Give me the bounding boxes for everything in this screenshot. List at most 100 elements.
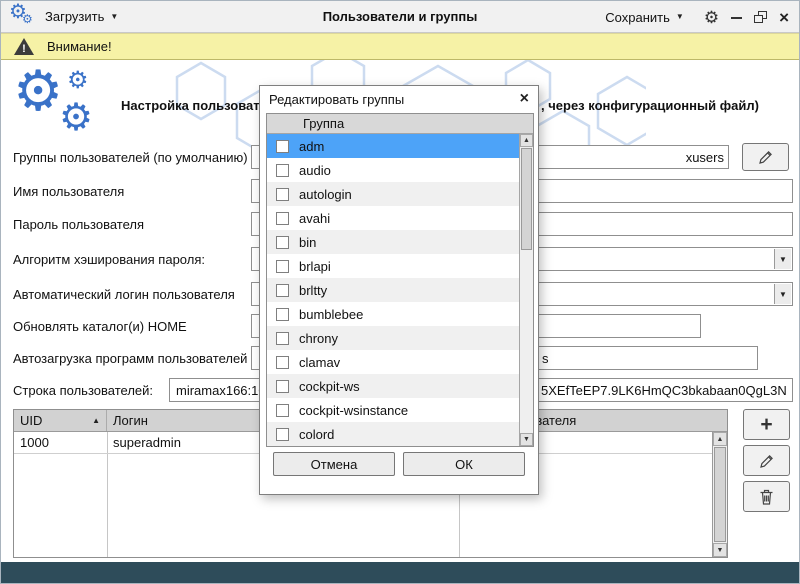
- group-checkbox[interactable]: [276, 380, 289, 393]
- dialog-title: Редактировать группы: [269, 92, 404, 107]
- window-minimize-button[interactable]: [731, 12, 742, 23]
- load-menu-button[interactable]: Загрузить ▼: [37, 4, 126, 29]
- scroll-up-icon[interactable]: ▲: [520, 134, 533, 147]
- sort-asc-icon: ▲: [92, 416, 100, 425]
- scroll-down-icon[interactable]: ▼: [713, 543, 727, 557]
- group-checkbox[interactable]: [276, 236, 289, 249]
- group-checkbox[interactable]: [276, 212, 289, 225]
- group-list-scrollbar[interactable]: ▲ ▼: [519, 134, 533, 446]
- titlebar: ⚙ ⚙ Загрузить ▼ Пользователи и группы Со…: [1, 1, 799, 33]
- users-groups-module-icon: ⚙ ⚙ ⚙: [13, 67, 121, 149]
- label-user-string: Строка пользователей:: [13, 383, 153, 398]
- label-hash-algorithm: Алгоритм хэширования пароля:: [13, 252, 205, 267]
- group-row[interactable]: clamav: [267, 350, 519, 374]
- group-row[interactable]: brltty: [267, 278, 519, 302]
- group-label: cockpit-wsinstance: [299, 403, 408, 418]
- default-groups-value: xusers: [686, 150, 724, 165]
- label-password: Пароль пользователя: [13, 217, 144, 232]
- gear-icon: ⚙: [59, 99, 93, 137]
- group-checkbox[interactable]: [276, 332, 289, 345]
- dialog-titlebar: Редактировать группы ×: [260, 86, 538, 112]
- group-row[interactable]: brlapi: [267, 254, 519, 278]
- group-label: bin: [299, 235, 316, 250]
- group-row[interactable]: colord: [267, 422, 519, 446]
- group-checkbox[interactable]: [276, 284, 289, 297]
- cell-uid: 1000: [14, 435, 107, 450]
- group-list-rows: adm audio autologin avahi bin brlapi brl…: [267, 134, 519, 446]
- chevron-down-icon: ▼: [676, 13, 684, 21]
- chevron-down-icon[interactable]: ▼: [774, 249, 791, 269]
- plus-icon: +: [760, 414, 772, 435]
- edit-default-groups-button[interactable]: [742, 143, 789, 171]
- edit-groups-dialog: Редактировать группы × Группа adm audio …: [259, 85, 539, 495]
- trash-icon: [759, 489, 774, 505]
- app-gears-icon: ⚙ ⚙: [9, 4, 37, 30]
- group-checkbox[interactable]: [276, 428, 289, 441]
- warning-text: Внимание!: [47, 39, 112, 54]
- group-row[interactable]: avahi: [267, 206, 519, 230]
- group-row[interactable]: audio: [267, 158, 519, 182]
- scrollbar-thumb[interactable]: [521, 148, 532, 250]
- group-checkbox[interactable]: [276, 188, 289, 201]
- label-autostart: Автозагрузка программ пользователей: [13, 351, 247, 366]
- table-scrollbar[interactable]: ▲ ▼: [712, 432, 727, 557]
- scrollbar-thumb[interactable]: [714, 447, 726, 542]
- status-bar: [1, 562, 799, 583]
- autostart-value-tail: s: [542, 351, 549, 366]
- gear-icon: ⚙: [67, 69, 89, 93]
- group-checkbox[interactable]: [276, 308, 289, 321]
- column-label-uid: UID: [20, 413, 42, 428]
- save-menu-button[interactable]: Сохранить ▼: [597, 5, 692, 30]
- chevron-down-icon[interactable]: ▼: [774, 284, 791, 304]
- group-label: cockpit-ws: [299, 379, 360, 394]
- chevron-down-icon: ▼: [110, 13, 118, 21]
- group-checkbox[interactable]: [276, 356, 289, 369]
- scroll-up-icon[interactable]: ▲: [713, 432, 727, 446]
- pencil-icon: [758, 149, 774, 165]
- cancel-button[interactable]: Отмена: [273, 452, 395, 476]
- delete-user-button[interactable]: [743, 481, 790, 512]
- group-row[interactable]: chrony: [267, 326, 519, 350]
- warning-banner: ! Внимание!: [1, 33, 799, 60]
- group-row[interactable]: cockpit-wsinstance: [267, 398, 519, 422]
- group-column-label: Группа: [303, 116, 344, 131]
- group-label: colord: [299, 427, 334, 442]
- scroll-down-icon[interactable]: ▼: [520, 433, 533, 446]
- group-label: autologin: [299, 187, 352, 202]
- save-menu-label: Сохранить: [605, 10, 670, 25]
- pencil-icon: [759, 453, 775, 469]
- column-header-uid[interactable]: UID ▲: [14, 410, 107, 431]
- group-list-header: Группа: [267, 114, 533, 134]
- load-menu-label: Загрузить: [45, 9, 104, 24]
- edit-user-button[interactable]: [743, 445, 790, 476]
- group-row[interactable]: bumblebee: [267, 302, 519, 326]
- ok-button[interactable]: ОК: [403, 452, 525, 476]
- group-row[interactable]: bin: [267, 230, 519, 254]
- column-label-login: Логин: [113, 413, 148, 428]
- dialog-actions: Отмена ОК: [260, 452, 538, 476]
- add-user-button[interactable]: +: [743, 409, 790, 440]
- group-list: Группа adm audio autologin avahi bin brl…: [266, 113, 534, 447]
- settings-gear-button[interactable]: ⚙: [704, 9, 719, 26]
- svg-text:!: !: [22, 43, 26, 55]
- group-label: audio: [299, 163, 331, 178]
- gear-icon: ⚙: [13, 63, 63, 119]
- user-string-right: 5XEfTeEP7.9LK6HmQC3bkabaan0QgL3N: [541, 383, 787, 398]
- window-maximize-button[interactable]: [754, 11, 767, 23]
- group-checkbox[interactable]: [276, 404, 289, 417]
- group-row[interactable]: autologin: [267, 182, 519, 206]
- group-checkbox[interactable]: [276, 260, 289, 273]
- group-label: bumblebee: [299, 307, 363, 322]
- page-title-right: , через конфигурационный файл): [541, 98, 759, 113]
- group-checkbox[interactable]: [276, 140, 289, 153]
- label-update-home: Обновлять каталог(и) HOME: [13, 319, 187, 334]
- group-checkbox[interactable]: [276, 164, 289, 177]
- group-row[interactable]: cockpit-ws: [267, 374, 519, 398]
- window-close-button[interactable]: ×: [779, 9, 789, 26]
- group-row[interactable]: adm: [267, 134, 519, 158]
- group-label: avahi: [299, 211, 330, 226]
- dialog-close-button[interactable]: ×: [520, 91, 529, 107]
- gear-icon: ⚙: [22, 13, 33, 25]
- warning-triangle-icon: !: [13, 37, 35, 56]
- group-label: brlapi: [299, 259, 331, 274]
